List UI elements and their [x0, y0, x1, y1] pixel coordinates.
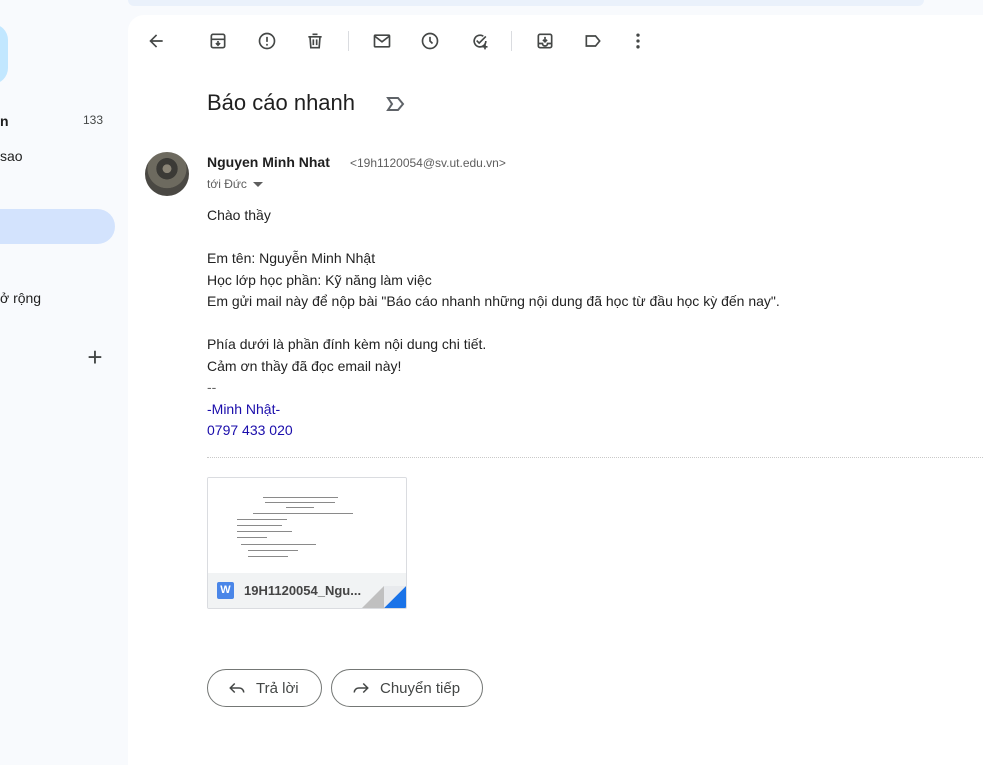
compose-button[interactable]: [0, 24, 8, 84]
toolbar-divider: [348, 31, 349, 51]
sender-email: <19h1120054@sv.ut.edu.vn>: [350, 156, 506, 170]
reply-icon: [229, 682, 245, 694]
add-task-icon[interactable]: [468, 29, 492, 53]
importance-marker-icon[interactable]: [386, 96, 406, 112]
forward-icon: [353, 682, 369, 694]
word-file-icon: W: [217, 582, 234, 599]
body-line: [207, 227, 780, 249]
recipient-line: tới Đức: [207, 177, 263, 191]
body-line: Chào thầy: [207, 207, 271, 223]
move-to-icon[interactable]: [533, 29, 557, 53]
more-options-icon[interactable]: [626, 29, 650, 53]
attachment-preview: [208, 478, 406, 573]
sidebar-item-active[interactable]: [0, 209, 115, 244]
sidebar-item-more[interactable]: ở rộng: [0, 290, 41, 306]
show-details-caret-icon[interactable]: [252, 182, 263, 188]
attachment-card[interactable]: W 19H1120054_Ngu...: [207, 477, 407, 609]
sender-name[interactable]: Nguyen Minh Nhat: [207, 154, 330, 170]
signature-separator: --: [207, 379, 217, 395]
message-panel: Báo cáo nhanh Nguyen Minh Nhat <19h11200…: [128, 15, 983, 765]
recipient-text: tới Đức: [207, 177, 247, 191]
body-line: Phía dưới là phần đính kèm nội dung chi …: [207, 336, 487, 352]
report-spam-icon[interactable]: [255, 29, 279, 53]
back-arrow-icon[interactable]: [144, 29, 168, 53]
mark-unread-icon[interactable]: [370, 29, 394, 53]
body-line: Học lớp học phần: Kỹ năng làm việc: [207, 271, 432, 288]
body-line: Em tên: Nguyễn Minh Nhật: [207, 250, 376, 266]
inbox-count-badge: 133: [83, 113, 104, 127]
label-icon[interactable]: [581, 29, 605, 53]
search-bar-edge: [128, 0, 924, 6]
sidebar: n 133 sao ở rộng +: [0, 0, 128, 750]
toolbar-divider: [511, 31, 512, 51]
signature-name: -Minh Nhật-: [207, 400, 281, 417]
body-line: Em gửi mail này để nộp bài "Báo cáo nhan…: [207, 293, 780, 309]
attachment-divider: [207, 457, 983, 458]
body-line: Cảm ơn thầy đã đọc email này!: [207, 357, 402, 374]
sidebar-item-inbox[interactable]: n: [0, 113, 9, 129]
forward-label: Chuyển tiếp: [380, 679, 461, 697]
archive-icon[interactable]: [206, 29, 230, 53]
message-toolbar: [128, 15, 983, 67]
forward-button[interactable]: Chuyển tiếp: [331, 669, 483, 707]
signature-phone[interactable]: 0797 433 020: [207, 420, 780, 442]
page-fold-icon: [362, 586, 406, 608]
reply-button[interactable]: Trả lời: [207, 669, 322, 707]
delete-icon[interactable]: [303, 29, 327, 53]
body-line: [207, 313, 780, 335]
snooze-icon[interactable]: [418, 29, 442, 53]
sender-avatar[interactable]: [145, 152, 189, 196]
reply-label: Trả lời: [256, 679, 299, 697]
add-label-button[interactable]: +: [85, 343, 105, 371]
attachment-file-name: 19H1120054_Ngu...: [244, 583, 362, 598]
email-body: Chào thầy Em tên: Nguyễn Minh Nhật Học l…: [207, 205, 780, 442]
email-subject: Báo cáo nhanh: [207, 90, 356, 115]
sidebar-item-starred[interactable]: sao: [0, 148, 23, 164]
